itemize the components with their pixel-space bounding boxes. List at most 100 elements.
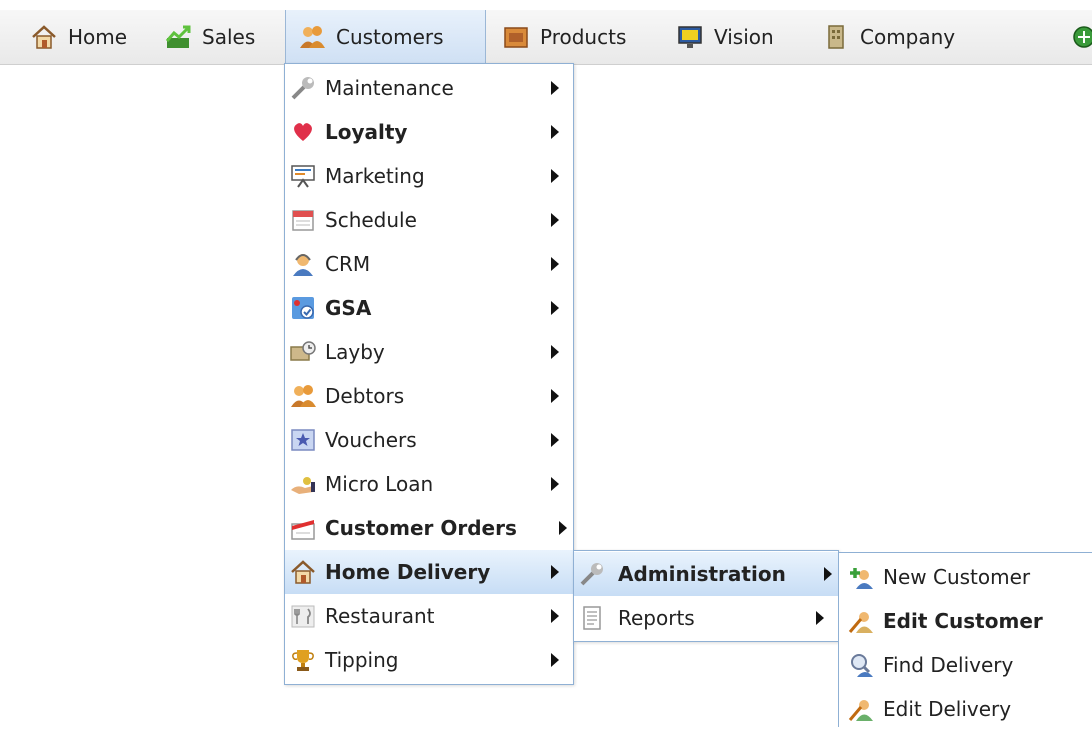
menu-item-label: Tipping xyxy=(325,648,399,672)
presentation-board-icon xyxy=(289,162,317,190)
nav-sales[interactable]: Sales xyxy=(152,10,267,64)
menu-item-label: Layby xyxy=(325,340,385,364)
menu-item-label: Maintenance xyxy=(325,76,454,100)
menu-item-edit-delivery[interactable]: Edit Delivery xyxy=(839,687,1092,731)
nav-products[interactable]: Products xyxy=(490,10,638,64)
nav-more[interactable] xyxy=(1058,10,1092,64)
submenu-arrow-icon xyxy=(551,169,559,183)
edit-person-icon xyxy=(847,607,875,635)
menu-item-label: Home Delivery xyxy=(325,560,491,584)
wrench-icon xyxy=(289,74,317,102)
house-icon xyxy=(30,23,58,51)
menu-item-vouchers[interactable]: Vouchers xyxy=(285,418,573,462)
monitor-icon xyxy=(676,23,704,51)
menu-item-tipping[interactable]: Tipping xyxy=(285,638,573,682)
menu-item-debtors[interactable]: Debtors xyxy=(285,374,573,418)
menu-item-label: Schedule xyxy=(325,208,417,232)
people-icon xyxy=(298,23,326,51)
cutlery-icon xyxy=(289,602,317,630)
nav-company[interactable]: Company xyxy=(810,10,967,64)
nav-vision[interactable]: Vision xyxy=(664,10,786,64)
menu-item-gsa[interactable]: GSA xyxy=(285,286,573,330)
calendar-icon xyxy=(289,206,317,234)
nav-vision-label: Vision xyxy=(714,25,774,49)
box-icon xyxy=(502,23,530,51)
menu-item-label: Restaurant xyxy=(325,604,435,628)
submenu-arrow-icon xyxy=(559,521,567,535)
menu-item-schedule[interactable]: Schedule xyxy=(285,198,573,242)
map-check-icon xyxy=(289,294,317,322)
home-delivery-submenu: Administration Reports xyxy=(573,550,839,642)
menu-item-crm[interactable]: CRM xyxy=(285,242,573,286)
wrench-icon xyxy=(578,560,606,588)
submenu-arrow-icon xyxy=(551,433,559,447)
submenu-arrow-icon xyxy=(551,345,559,359)
layby-clock-icon xyxy=(289,338,317,366)
menu-item-label: Debtors xyxy=(325,384,405,408)
people-icon xyxy=(289,382,317,410)
menu-item-customer-orders[interactable]: Customer Orders xyxy=(285,506,573,550)
submenu-arrow-icon xyxy=(816,611,824,625)
house-icon xyxy=(289,558,317,586)
globe-icon xyxy=(1070,23,1092,51)
menu-item-label: New Customer xyxy=(883,565,1031,589)
top-nav-bar: Home Sales Customers Products Vision Com… xyxy=(0,10,1092,65)
report-page-icon xyxy=(578,604,606,632)
nav-products-label: Products xyxy=(540,25,627,49)
submenu-arrow-icon xyxy=(551,477,559,491)
submenu-arrow-icon xyxy=(551,609,559,623)
heart-balloon-icon xyxy=(289,118,317,146)
menu-item-label: Find Delivery xyxy=(883,653,1014,677)
submenu-arrow-icon xyxy=(551,213,559,227)
submenu-arrow-icon xyxy=(551,653,559,667)
menu-item-restaurant[interactable]: Restaurant xyxy=(285,594,573,638)
submenu-arrow-icon xyxy=(551,565,559,579)
menu-item-label: Marketing xyxy=(325,164,425,188)
menu-item-label: Reports xyxy=(618,606,695,630)
menu-item-label: Micro Loan xyxy=(325,472,434,496)
voucher-star-icon xyxy=(289,426,317,454)
menu-item-label: GSA xyxy=(325,296,372,320)
order-box-icon xyxy=(289,514,317,542)
menu-item-micro-loan[interactable]: Micro Loan xyxy=(285,462,573,506)
menu-item-label: Edit Customer xyxy=(883,609,1043,633)
customers-menu: Maintenance Loyalty Marketing Schedule C… xyxy=(284,63,574,685)
headset-person-icon xyxy=(289,250,317,278)
hand-coins-icon xyxy=(289,470,317,498)
menu-item-label: Customer Orders xyxy=(325,516,517,540)
submenu-arrow-icon xyxy=(824,567,832,581)
menu-item-find-delivery[interactable]: Find Delivery xyxy=(839,643,1092,687)
menu-item-edit-customer[interactable]: Edit Customer xyxy=(839,599,1092,643)
building-icon xyxy=(822,23,850,51)
menu-item-reports[interactable]: Reports xyxy=(574,596,838,640)
submenu-arrow-icon xyxy=(551,81,559,95)
nav-customers-label: Customers xyxy=(336,25,444,49)
menu-item-label: Vouchers xyxy=(325,428,417,452)
menu-item-label: Edit Delivery xyxy=(883,697,1012,721)
menu-item-maintenance[interactable]: Maintenance xyxy=(285,66,573,110)
menu-item-label: Loyalty xyxy=(325,120,408,144)
submenu-arrow-icon xyxy=(551,389,559,403)
administration-submenu: New Customer Edit Customer Find Delivery… xyxy=(838,552,1092,727)
menu-item-label: Administration xyxy=(618,562,786,586)
menu-item-layby[interactable]: Layby xyxy=(285,330,573,374)
search-person-icon xyxy=(847,651,875,679)
nav-customers[interactable]: Customers xyxy=(285,10,486,64)
edit-person-icon xyxy=(847,695,875,723)
submenu-arrow-icon xyxy=(551,125,559,139)
submenu-arrow-icon xyxy=(551,257,559,271)
submenu-arrow-icon xyxy=(551,301,559,315)
chart-up-icon xyxy=(164,23,192,51)
nav-company-label: Company xyxy=(860,25,956,49)
menu-item-marketing[interactable]: Marketing xyxy=(285,154,573,198)
nav-sales-label: Sales xyxy=(202,25,256,49)
nav-home-label: Home xyxy=(68,25,128,49)
menu-item-label: CRM xyxy=(325,252,371,276)
menu-item-new-customer[interactable]: New Customer xyxy=(839,555,1092,599)
menu-item-loyalty[interactable]: Loyalty xyxy=(285,110,573,154)
trophy-icon xyxy=(289,646,317,674)
add-person-icon xyxy=(847,563,875,591)
nav-home[interactable]: Home xyxy=(18,10,139,64)
menu-item-administration[interactable]: Administration xyxy=(574,552,838,596)
menu-item-home-delivery[interactable]: Home Delivery xyxy=(285,550,573,594)
